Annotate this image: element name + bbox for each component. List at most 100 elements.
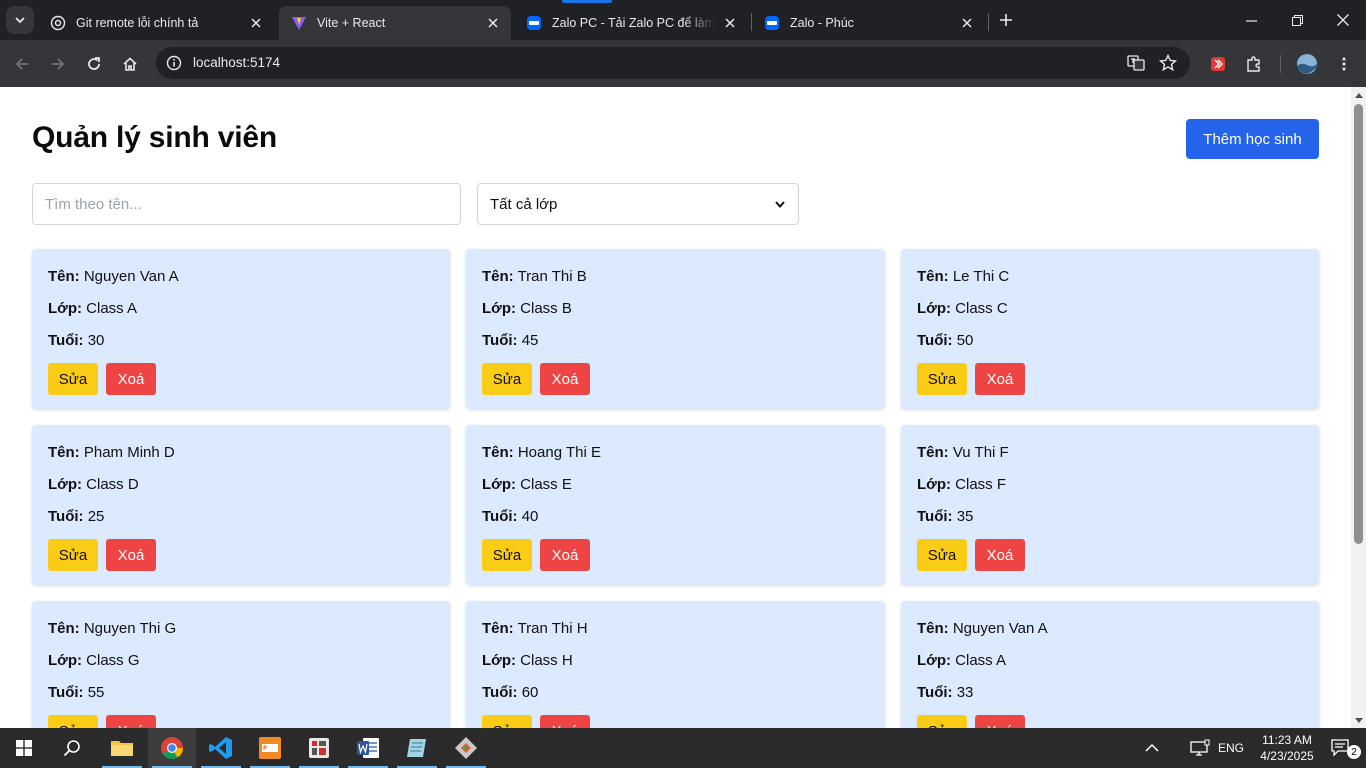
toolbar-separator (1280, 55, 1281, 73)
close-window-button[interactable] (1320, 0, 1366, 40)
tab-vite-react[interactable]: Vite + React (279, 6, 511, 40)
student-age-value: 60 (521, 684, 539, 701)
profile-avatar[interactable] (1293, 50, 1321, 78)
reload-button[interactable] (80, 50, 108, 78)
taskbar-chrome[interactable] (148, 728, 196, 768)
student-class-value: Class F (955, 476, 1006, 493)
search-input[interactable] (32, 183, 461, 225)
taskbar-file-explorer[interactable] (98, 728, 146, 768)
edit-button[interactable]: Sửa (917, 715, 967, 728)
scroll-up-arrow[interactable] (1351, 87, 1366, 102)
edit-button[interactable]: Sửa (48, 363, 98, 395)
folder-icon (111, 741, 133, 756)
card-actions: SửaXoá (48, 363, 434, 395)
tab-git-remote[interactable]: Git remote lỗi chính tả (38, 6, 274, 40)
taskbar-vscode[interactable] (197, 728, 245, 768)
close-icon[interactable] (248, 15, 264, 31)
add-student-button[interactable]: Thêm học sinh (1186, 119, 1319, 159)
translate-icon[interactable] (1126, 53, 1146, 73)
delete-button[interactable]: Xoá (106, 363, 156, 395)
card-actions: SửaXoá (48, 539, 434, 571)
class-filter-select[interactable]: Tất cả lớp (477, 183, 799, 225)
delete-button[interactable]: Xoá (106, 715, 156, 728)
taskbar-git-tool[interactable] (442, 728, 490, 768)
delete-button[interactable]: Xoá (540, 363, 590, 395)
card-actions: Sửa Xoá (482, 715, 869, 728)
delete-button[interactable]: Xoá (106, 539, 156, 571)
clock-date[interactable]: 4/23/2025 (1255, 749, 1319, 763)
edit-button[interactable]: Sửa (917, 539, 967, 571)
chevron-down-icon (15, 17, 25, 24)
student-name-label: Tên: (48, 268, 80, 285)
page-title: Quản lý sinh viên (32, 121, 277, 154)
info-icon[interactable] (164, 53, 184, 73)
edit-button[interactable]: Sửa (48, 539, 98, 571)
tab-zalo-phuc[interactable]: Zalo - Phúc (752, 6, 985, 40)
search-button[interactable] (48, 728, 96, 768)
clock-time[interactable]: 11:23 AM (1257, 733, 1317, 747)
restore-button[interactable] (1274, 0, 1320, 40)
scroll-down-arrow[interactable] (1351, 713, 1366, 728)
student-name: Tên: Tran Thi H (482, 619, 869, 651)
show-hidden-icons[interactable] (1128, 728, 1176, 768)
vite-icon (291, 15, 307, 31)
notebook-icon (407, 739, 426, 757)
student-name-value: Nguyen Van A (952, 620, 1048, 637)
student-class-label: Lớp: (917, 476, 951, 493)
delete-button[interactable]: Xoá (975, 363, 1025, 395)
url-text[interactable]: localhost:5174 (193, 55, 280, 70)
student-class-label: Lớp: (917, 300, 951, 317)
browser-toolbar: localhost:5174 (0, 40, 1366, 87)
student-age-label: Tuổi: (48, 508, 84, 525)
edit-button[interactable]: Sửa (482, 539, 532, 571)
bookmark-star-icon[interactable] (1158, 53, 1178, 73)
start-button[interactable] (0, 728, 48, 768)
student-age: Tuổi: 55 (48, 683, 434, 715)
card-actions: SửaXoá (482, 539, 869, 571)
address-bar[interactable]: localhost:5174 (156, 47, 1190, 79)
delete-button[interactable]: Xoá (540, 539, 590, 571)
tab-search-button[interactable] (6, 6, 34, 34)
close-icon (1337, 14, 1349, 26)
network-status[interactable] (1176, 728, 1224, 768)
tab-zalo-pc[interactable]: Zalo PC - Tải Zalo PC để làm việc (514, 6, 748, 40)
close-icon[interactable] (722, 15, 738, 31)
edit-button[interactable]: Sửa (482, 363, 532, 395)
extensions-button[interactable] (1240, 50, 1268, 78)
student-class-label: Lớp: (48, 652, 82, 669)
student-name-label: Tên: (917, 620, 949, 637)
chrome-icon (161, 737, 183, 759)
arrow-left-icon (15, 58, 28, 70)
taskbar-word[interactable] (344, 728, 392, 768)
student-name-value: Tran Thi H (517, 620, 588, 637)
student-name-label: Tên: (917, 444, 949, 461)
menu-button[interactable] (1330, 50, 1358, 78)
notification-count-badge: 2 (1347, 745, 1361, 759)
language-indicator[interactable]: ENG (1218, 741, 1244, 755)
student-card: Tên: Le Thi C Lớp: Class C Tuổi: 50 Sửa Xoá (901, 249, 1319, 409)
notification-center[interactable]: 2 (1318, 728, 1366, 768)
taskbar-pdf-reader[interactable] (246, 728, 294, 768)
page-scrollbar[interactable] (1351, 87, 1366, 728)
student-class-value: Class A (955, 652, 1007, 669)
edit-button[interactable]: Sửa (48, 715, 98, 728)
home-button[interactable] (116, 50, 144, 78)
windows-taskbar: ENG 11:23 AM 4/23/2025 2 (0, 728, 1366, 768)
edit-button[interactable]: Sửa (917, 363, 967, 395)
delete-button[interactable]: Xoá (975, 539, 1025, 571)
scroll-thumb[interactable] (1354, 104, 1363, 544)
forward-button[interactable] (44, 50, 72, 78)
new-tab-button[interactable] (994, 8, 1018, 32)
delete-button[interactable]: Xoá (540, 715, 590, 728)
extension-red-icon (1211, 57, 1225, 71)
close-icon[interactable] (959, 15, 975, 31)
delete-button[interactable]: Xoá (975, 715, 1025, 728)
extension-button[interactable] (1204, 50, 1232, 78)
back-button[interactable] (8, 50, 36, 78)
close-icon[interactable] (485, 15, 501, 31)
minimize-button[interactable] (1228, 0, 1274, 40)
edit-button[interactable]: Sửa (482, 715, 532, 728)
student-name: Tên: Le Thi C (917, 267, 1303, 299)
taskbar-app-grid[interactable] (295, 728, 343, 768)
taskbar-notebook-app[interactable] (393, 728, 441, 768)
